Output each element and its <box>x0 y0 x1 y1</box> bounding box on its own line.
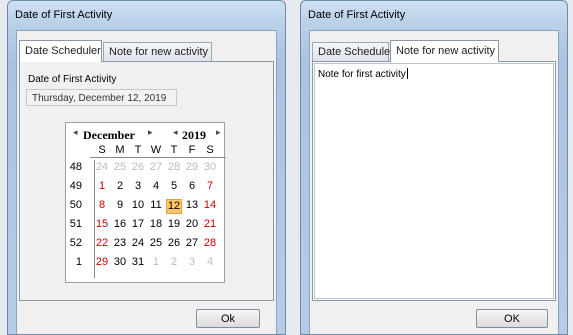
calendar-day[interactable]: 16 <box>112 218 128 231</box>
calendar-day[interactable]: 19 <box>166 218 182 231</box>
calendar-day[interactable]: 26 <box>166 237 182 250</box>
prev-month-icon[interactable]: ◂ <box>73 127 78 138</box>
calendar-week-row: 50 8 9 10 11 12 13 14 <box>66 199 226 214</box>
text-caret <box>406 68 408 79</box>
calendar-day[interactable]: 30 <box>112 256 128 269</box>
tab-date-scheduler[interactable]: Date Scheduler <box>312 42 394 61</box>
calendar-day[interactable]: 24 <box>94 161 110 174</box>
calendar-day[interactable]: 24 <box>130 237 146 250</box>
date-field[interactable]: Thursday, December 12, 2019 <box>26 89 177 106</box>
week-number: 1 <box>75 256 82 268</box>
calendar-day[interactable]: 30 <box>202 161 218 174</box>
day-header: F <box>188 144 196 156</box>
day-header: T <box>170 144 178 156</box>
calendar-day[interactable]: 31 <box>130 256 146 269</box>
calendar-day[interactable]: 26 <box>130 161 146 174</box>
calendar-divider <box>90 157 226 158</box>
calendar-day[interactable]: 21 <box>202 218 218 231</box>
week-number: 49 <box>69 180 82 192</box>
ok-button[interactable]: Ok <box>196 309 260 328</box>
month-name[interactable]: December <box>83 128 135 143</box>
calendar-day[interactable]: 7 <box>202 180 218 193</box>
calendar-day[interactable]: 3 <box>130 180 146 193</box>
week-number: 52 <box>69 237 82 249</box>
calendar-day[interactable]: 15 <box>94 218 110 231</box>
calendar-day[interactable]: 27 <box>148 161 164 174</box>
calendar-day[interactable]: 4 <box>202 256 218 269</box>
calendar-week-row: 51 15 16 17 18 19 20 21 <box>66 218 226 231</box>
calendar-day[interactable]: 29 <box>184 161 200 174</box>
date-label: Date of First Activity <box>28 74 117 85</box>
calendar-day[interactable]: 6 <box>184 180 200 193</box>
day-header: S <box>206 144 214 156</box>
calendar-day[interactable]: 2 <box>166 256 182 269</box>
calendar-day[interactable]: 10 <box>130 199 146 212</box>
calendar-day[interactable]: 25 <box>148 237 164 250</box>
calendar-week-row: 49 1 2 3 4 5 6 7 <box>66 180 226 193</box>
week-number: 51 <box>69 218 82 230</box>
week-number: 48 <box>69 161 82 173</box>
note-text: Note for first activity <box>318 69 406 80</box>
note-page: Note for first activity <box>312 61 556 301</box>
calendar-day[interactable]: 25 <box>112 161 128 174</box>
calendar-day[interactable]: 20 <box>184 218 200 231</box>
calendar-day[interactable]: 8 <box>94 199 110 212</box>
calendar-day[interactable]: 18 <box>148 218 164 231</box>
calendar-day[interactable]: 17 <box>130 218 146 231</box>
calendar-day[interactable]: 14 <box>202 199 218 212</box>
calendar-day[interactable]: 27 <box>184 237 200 250</box>
next-month-icon[interactable]: ▸ <box>148 127 153 138</box>
calendar-day[interactable]: 13 <box>184 199 200 212</box>
year-value[interactable]: 2019 <box>182 128 206 143</box>
calendar-day[interactable]: 28 <box>202 237 218 250</box>
calendar-week-row: 1 29 30 31 1 2 3 4 <box>66 256 226 269</box>
calendar-week-row: 52 22 23 24 25 26 27 28 <box>66 237 226 250</box>
day-header: W <box>150 144 162 156</box>
note-textarea[interactable]: Note for first activity <box>314 63 554 299</box>
calendar-day[interactable]: 9 <box>112 199 128 212</box>
calendar-day[interactable]: 23 <box>112 237 128 250</box>
calendar-day[interactable]: 1 <box>148 256 164 269</box>
calendar-week-row: 48 24 25 26 27 28 29 30 <box>66 161 226 174</box>
calendar-day[interactable]: 3 <box>184 256 200 269</box>
tab-note-for-new-activity[interactable]: Note for new activity <box>390 40 499 62</box>
prev-year-icon[interactable]: ◂ <box>173 127 178 138</box>
day-header: T <box>134 144 142 156</box>
calendar-day[interactable]: 29 <box>94 256 110 269</box>
calendar-day[interactable]: 4 <box>148 180 164 193</box>
calendar-day[interactable]: 5 <box>166 180 182 193</box>
day-header: M <box>115 144 125 156</box>
calendar-day[interactable]: 22 <box>94 237 110 250</box>
note-window: Date of First Activity Date Scheduler No… <box>300 0 568 335</box>
calendar-day[interactable]: 1 <box>94 180 110 193</box>
day-header: S <box>98 144 106 156</box>
tab-date-scheduler[interactable]: Date Scheduler <box>19 40 102 62</box>
ok-button[interactable]: OK <box>476 309 548 328</box>
date-scheduler-window: Date of First Activity Date Scheduler No… <box>7 0 286 335</box>
window-title: Date of First Activity <box>308 9 406 21</box>
calendar-day[interactable]: 28 <box>166 161 182 174</box>
window-title: Date of First Activity <box>15 9 113 21</box>
dialog-client: Date Scheduler Note for new activity Not… <box>309 30 559 334</box>
dialog-client: Date Scheduler Note for new activity Dat… <box>16 30 277 334</box>
calendar-day[interactable]: 2 <box>112 180 128 193</box>
calendar-day[interactable]: 11 <box>148 199 164 212</box>
tab-note-for-new-activity[interactable]: Note for new activity <box>103 42 212 61</box>
selected-day[interactable]: 12 <box>166 199 182 214</box>
month-calendar[interactable]: ◂ December ▸ ◂ 2019 ▸ S M T W T F S 48 2… <box>65 122 226 283</box>
week-number: 50 <box>69 199 82 211</box>
day-header-row: S M T W T F S <box>66 144 226 157</box>
next-year-icon[interactable]: ▸ <box>216 127 221 138</box>
